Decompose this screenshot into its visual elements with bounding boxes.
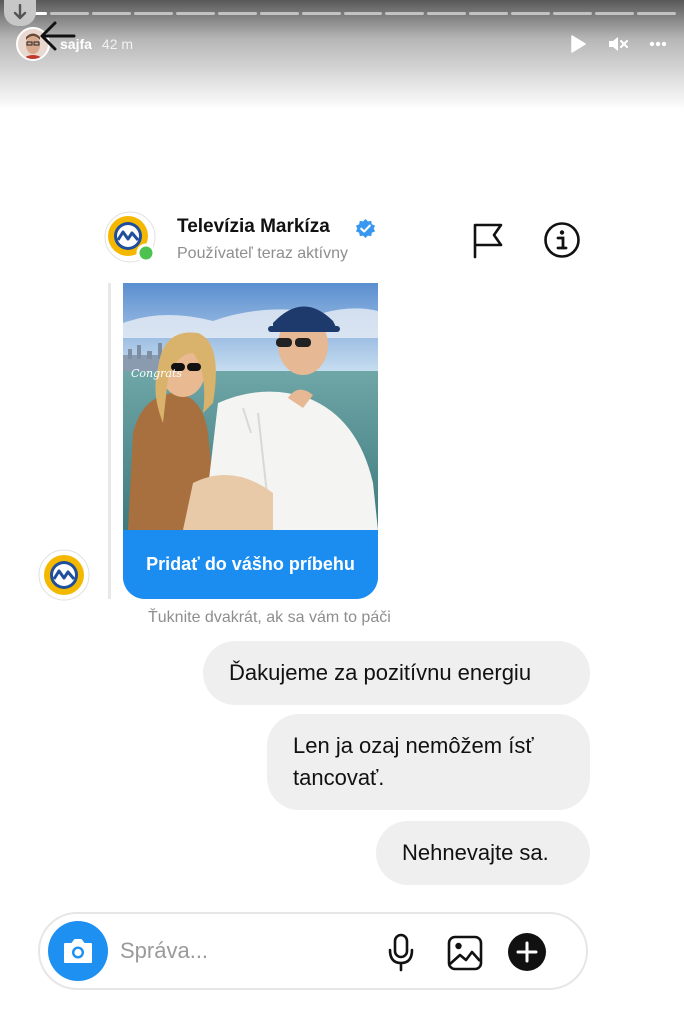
contact-status: Používateľ teraz aktívny xyxy=(177,245,348,262)
gallery-icon[interactable] xyxy=(446,934,484,972)
progress-segment xyxy=(217,12,257,15)
photo-caption: Congrats xyxy=(131,367,182,380)
story-timestamp: 42 m xyxy=(101,36,134,52)
reply-indicator xyxy=(108,283,111,599)
shared-story-card[interactable]: Congrats Pridať do vášho príbehu xyxy=(123,283,378,599)
camera-button[interactable] xyxy=(48,921,108,981)
progress-segment xyxy=(133,12,173,15)
progress-segment xyxy=(511,12,551,15)
message-bubble[interactable]: Len ja ozaj nemôžem ísť tancovať. xyxy=(267,714,590,810)
contact-avatar[interactable] xyxy=(103,210,157,264)
story-progress-bar xyxy=(8,12,676,15)
shared-story-photo[interactable]: Congrats xyxy=(123,283,378,530)
online-indicator xyxy=(136,243,156,263)
progress-segment xyxy=(301,12,341,15)
info-icon[interactable] xyxy=(543,221,581,259)
progress-segment xyxy=(637,12,676,15)
plus-icon[interactable] xyxy=(507,932,547,972)
message-composer xyxy=(38,912,588,990)
progress-segment xyxy=(343,12,383,15)
message-bubble[interactable]: Ďakujeme za pozitívnu energiu xyxy=(203,641,590,705)
double-tap-hint: Ťuknite dvakrát, ak sa vám to páči xyxy=(148,609,391,626)
verified-icon xyxy=(355,218,376,239)
progress-segment xyxy=(595,12,635,15)
sender-avatar[interactable] xyxy=(38,549,90,601)
progress-segment xyxy=(427,12,467,15)
download-button[interactable] xyxy=(4,0,36,26)
contact-name[interactable]: Televízia Markíza xyxy=(177,216,330,238)
progress-segment xyxy=(469,12,509,15)
message-bubble[interactable]: Nehnevajte sa. xyxy=(376,821,590,885)
progress-segment xyxy=(91,12,131,15)
message-input[interactable] xyxy=(120,938,320,964)
back-arrow-icon[interactable] xyxy=(38,18,78,54)
mute-icon[interactable] xyxy=(608,34,628,54)
progress-segment xyxy=(175,12,215,15)
camera-icon xyxy=(64,939,92,963)
play-icon[interactable] xyxy=(568,34,588,54)
microphone-icon[interactable] xyxy=(386,932,416,972)
add-to-story-button[interactable]: Pridať do vášho príbehu xyxy=(123,530,378,599)
story-header: sajfa 42 m xyxy=(16,26,668,62)
progress-segment xyxy=(49,12,89,15)
download-icon xyxy=(13,4,27,20)
progress-segment xyxy=(259,12,299,15)
progress-segment xyxy=(553,12,593,15)
progress-segment xyxy=(385,12,425,15)
more-icon[interactable] xyxy=(648,34,668,54)
flag-icon[interactable] xyxy=(470,221,506,259)
